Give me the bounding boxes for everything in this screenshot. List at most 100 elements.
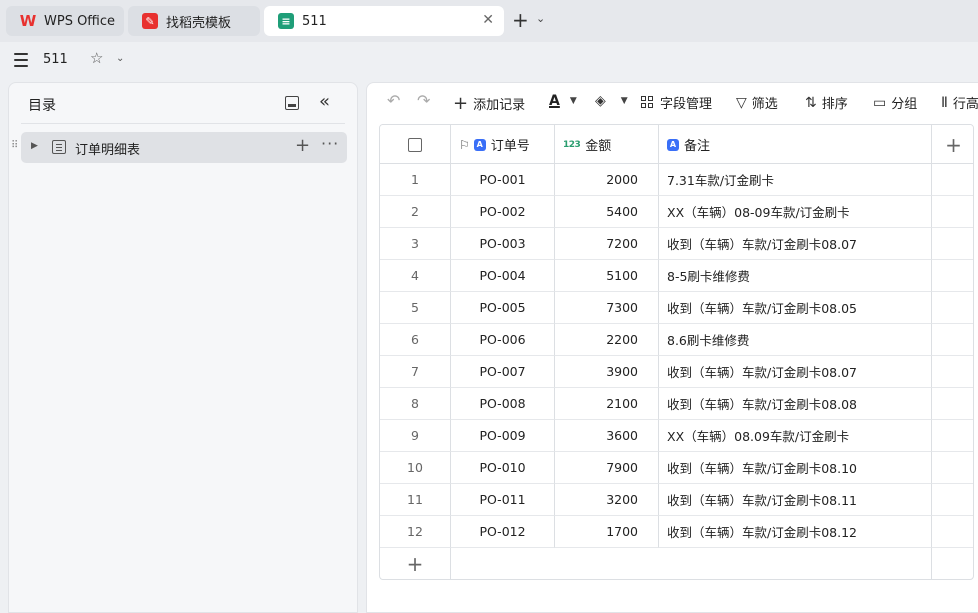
- folder-icon: ▭: [873, 94, 887, 111]
- sidebar-item-order-table[interactable]: ⠿ ▶ 订单明细表 + ···: [11, 132, 347, 163]
- plus-icon: +: [453, 93, 469, 114]
- text-field-icon: A: [473, 138, 486, 151]
- filter-label: 筛选: [751, 97, 778, 112]
- note-cell[interactable]: 8.6刷卡维修费: [659, 324, 932, 356]
- tab-docer-templates[interactable]: ✎ 找稻壳模板: [128, 6, 260, 36]
- paint-bucket-icon: ◈: [595, 93, 606, 109]
- amount-cell[interactable]: 3200: [555, 484, 659, 516]
- order-id-cell[interactable]: PO-002: [451, 196, 555, 228]
- order-id-cell[interactable]: PO-001: [451, 164, 555, 196]
- chevron-down-icon[interactable]: ⌄: [116, 53, 124, 64]
- sidebar-directory: 目录 « ⠿ ▶ 订单明细表 + ···: [8, 82, 358, 613]
- collapse-sidebar-icon[interactable]: «: [319, 91, 330, 112]
- amount-cell[interactable]: 5100: [555, 260, 659, 292]
- tab-label: WPS Office: [44, 13, 116, 29]
- row-height-label: 行高: [952, 97, 978, 112]
- amount-cell[interactable]: 2200: [555, 324, 659, 356]
- fill-color-button[interactable]: ◈ ▼: [595, 93, 628, 109]
- column-header-amount[interactable]: 123 金额: [555, 125, 659, 164]
- data-grid: ⚐ A 订单号 123 金额 A 备注 + 1 PO-001 2000 7.31车款/…: [379, 124, 974, 580]
- row-index[interactable]: 4: [380, 260, 451, 292]
- amount-cell[interactable]: 7200: [555, 228, 659, 260]
- row-height-button[interactable]: Ⅱ 行高: [941, 93, 978, 113]
- row-index[interactable]: 2: [380, 196, 451, 228]
- close-icon[interactable]: ✕: [482, 12, 494, 28]
- amount-cell[interactable]: 2100: [555, 388, 659, 420]
- note-cell[interactable]: 收到（车辆）车款/订金刷卡08.08: [659, 388, 932, 420]
- amount-cell[interactable]: 3600: [555, 420, 659, 452]
- note-cell[interactable]: 收到（车辆）车款/订金刷卡08.05: [659, 292, 932, 324]
- main-panel: ↶ ↷ + 添加记录 A ▼ ◈ ▼ 字段管理 ▽ 筛选 ⇅ 排序 ▭ 分组 Ⅱ…: [366, 82, 978, 613]
- note-cell[interactable]: 收到（车辆）车款/订金刷卡08.07: [659, 228, 932, 260]
- new-tab-plus-icon[interactable]: +: [512, 10, 529, 30]
- add-column-button[interactable]: +: [932, 125, 973, 164]
- amount-cell[interactable]: 3900: [555, 356, 659, 388]
- row-index[interactable]: 8: [380, 388, 451, 420]
- order-id-cell[interactable]: PO-005: [451, 292, 555, 324]
- note-cell[interactable]: 收到（车辆）车款/订金刷卡08.12: [659, 516, 932, 548]
- amount-cell[interactable]: 5400: [555, 196, 659, 228]
- row-index[interactable]: 6: [380, 324, 451, 356]
- tab-511[interactable]: ≡ 511 ✕: [264, 6, 504, 36]
- order-id-cell[interactable]: PO-008: [451, 388, 555, 420]
- select-all-checkbox[interactable]: [408, 137, 422, 152]
- add-record-button[interactable]: + 添加记录: [453, 93, 525, 114]
- empty-cell: [932, 292, 973, 324]
- table-app-icon: ≡: [278, 13, 294, 29]
- group-button[interactable]: ▭ 分组: [873, 93, 917, 113]
- undo-icon[interactable]: ↶: [387, 91, 400, 110]
- amount-cell[interactable]: 7300: [555, 292, 659, 324]
- panel-toggle-icon[interactable]: [285, 96, 299, 110]
- more-icon[interactable]: ···: [321, 134, 339, 153]
- order-id-cell[interactable]: PO-006: [451, 324, 555, 356]
- order-id-cell[interactable]: PO-003: [451, 228, 555, 260]
- tab-wps-office[interactable]: W WPS Office: [6, 6, 124, 36]
- order-id-cell[interactable]: PO-009: [451, 420, 555, 452]
- note-cell[interactable]: XX（车辆）08.09车款/订金刷卡: [659, 420, 932, 452]
- menu-icon[interactable]: [14, 53, 28, 67]
- row-index[interactable]: 5: [380, 292, 451, 324]
- text-field-icon: A: [667, 138, 679, 151]
- column-header-note[interactable]: A 备注: [659, 125, 932, 164]
- note-cell[interactable]: 收到（车辆）车款/订金刷卡08.07: [659, 356, 932, 388]
- order-id-cell[interactable]: PO-012: [451, 516, 555, 548]
- drag-handle-icon[interactable]: ⠿: [11, 140, 18, 151]
- docer-icon: ✎: [142, 13, 158, 29]
- empty-cell: [932, 260, 973, 292]
- redo-icon[interactable]: ↷: [417, 91, 430, 110]
- column-header-order-id[interactable]: ⚐ A 订单号: [451, 125, 555, 164]
- order-id-cell[interactable]: PO-010: [451, 452, 555, 484]
- row-index[interactable]: 11: [380, 484, 451, 516]
- sidebar-item-label: 订单明细表: [75, 143, 141, 158]
- row-index[interactable]: 7: [380, 356, 451, 388]
- add-row-area[interactable]: [451, 548, 932, 579]
- amount-cell[interactable]: 2000: [555, 164, 659, 196]
- note-cell[interactable]: 8-5刷卡维修费: [659, 260, 932, 292]
- expand-arrow-icon[interactable]: ▶: [31, 141, 38, 151]
- note-cell[interactable]: 7.31车款/订金刷卡: [659, 164, 932, 196]
- row-index[interactable]: 10: [380, 452, 451, 484]
- add-icon[interactable]: +: [295, 135, 310, 156]
- star-icon[interactable]: ☆: [90, 49, 103, 67]
- note-cell[interactable]: XX（车辆）08-09车款/订金刷卡: [659, 196, 932, 228]
- document-header: 511 ☆ ⌄: [0, 42, 978, 80]
- amount-cell[interactable]: 1700: [555, 516, 659, 548]
- add-row-button[interactable]: +: [380, 548, 451, 579]
- document-title[interactable]: 511: [43, 52, 68, 67]
- order-id-cell[interactable]: PO-004: [451, 260, 555, 292]
- note-cell[interactable]: 收到（车辆）车款/订金刷卡08.11: [659, 484, 932, 516]
- note-cell[interactable]: 收到（车辆）车款/订金刷卡08.10: [659, 452, 932, 484]
- row-index[interactable]: 1: [380, 164, 451, 196]
- chevron-down-icon[interactable]: ⌄: [536, 12, 545, 25]
- amount-cell[interactable]: 7900: [555, 452, 659, 484]
- row-index[interactable]: 3: [380, 228, 451, 260]
- order-id-cell[interactable]: PO-007: [451, 356, 555, 388]
- row-index[interactable]: 9: [380, 420, 451, 452]
- order-id-cell[interactable]: PO-011: [451, 484, 555, 516]
- row-index[interactable]: 12: [380, 516, 451, 548]
- tab-label: 找稻壳模板: [166, 15, 232, 31]
- font-color-button[interactable]: A ▼: [549, 93, 577, 109]
- filter-button[interactable]: ▽ 筛选: [736, 93, 778, 113]
- field-manage-button[interactable]: 字段管理: [641, 93, 712, 112]
- sort-button[interactable]: ⇅ 排序: [805, 93, 848, 113]
